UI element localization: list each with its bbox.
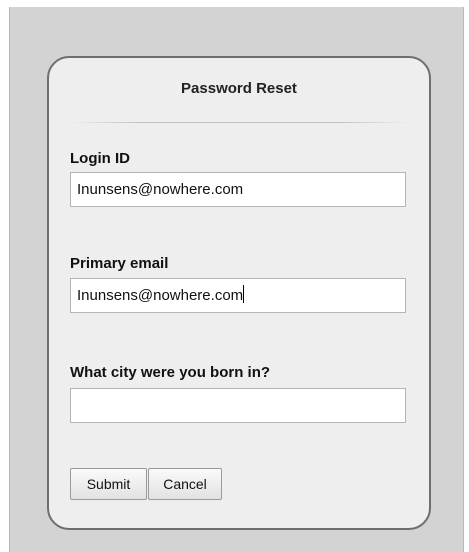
text-cursor xyxy=(243,285,245,303)
login-id-label: Login ID xyxy=(70,150,130,167)
dialog-title: Password Reset xyxy=(181,80,297,97)
login-id-field[interactable]: Inunsens@nowhere.com xyxy=(70,172,406,207)
title-divider xyxy=(69,122,409,123)
security-answer-field[interactable] xyxy=(70,388,406,423)
cancel-button[interactable]: Cancel xyxy=(148,468,222,500)
login-id-value: Inunsens@nowhere.com xyxy=(77,181,244,198)
submit-button[interactable]: Submit xyxy=(70,468,147,500)
primary-email-field[interactable]: Inunsens@nowhere.com xyxy=(70,278,406,313)
primary-email-value: Inunsens@nowhere.com xyxy=(77,287,244,304)
security-question-label: What city were you born in? xyxy=(70,364,271,381)
password-reset-dialog: Password Reset Login ID Inunsens@nowhere… xyxy=(47,56,431,530)
primary-email-label: Primary email xyxy=(70,255,169,272)
